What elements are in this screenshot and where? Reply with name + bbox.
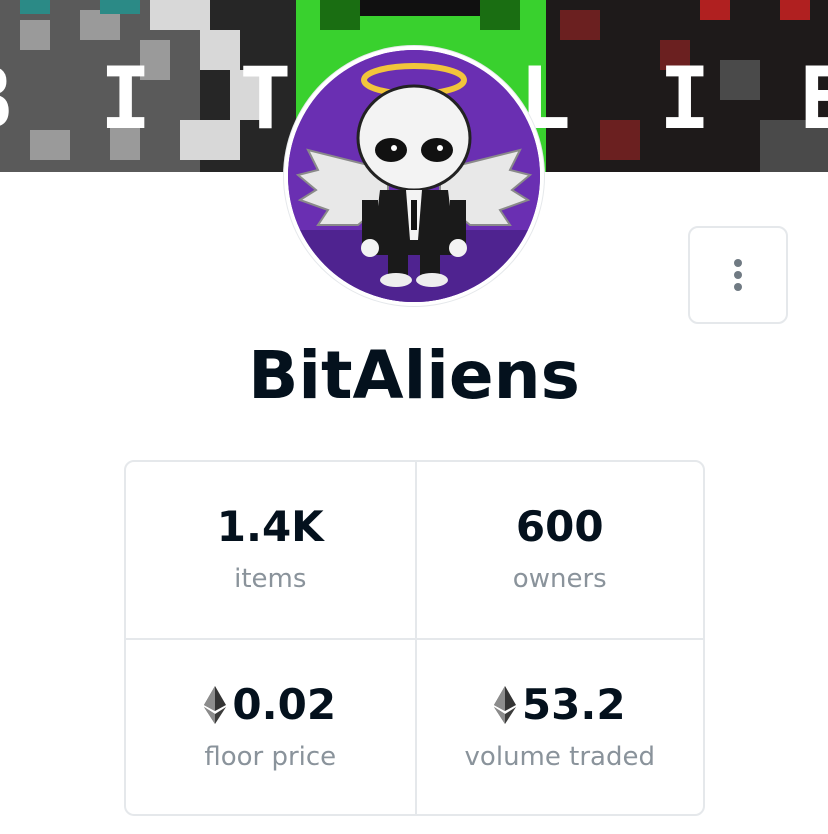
ethereum-icon [204,686,227,724]
stat-owners[interactable]: 600 owners [414,462,704,638]
more-options-button[interactable] [688,226,788,324]
stat-value-wrap: 0.02 [204,680,336,730]
ethereum-icon [493,686,516,724]
stat-label: owners [512,564,607,594]
angel-alien-avatar-icon [288,50,540,302]
stat-label: floor price [204,742,337,772]
stat-value-wrap: 53.2 [493,680,626,730]
stat-value: 600 [515,502,604,551]
collection-title: BitAliens [248,337,580,414]
collection-stats: 1.4K items 600 owners 0.02 floor price 5… [124,460,705,816]
stat-items[interactable]: 1.4K items [126,462,415,638]
stat-value: 53.2 [521,680,626,729]
stat-floor-price[interactable]: 0.02 floor price [126,638,415,814]
collection-avatar [284,46,544,306]
stat-label: items [234,564,307,594]
stat-label: volume traded [464,742,655,772]
stat-value: 1.4K [216,502,324,551]
vertical-dots-icon [734,259,742,291]
stat-value: 0.02 [232,680,337,729]
stat-volume-traded[interactable]: 53.2 volume traded [414,638,703,814]
